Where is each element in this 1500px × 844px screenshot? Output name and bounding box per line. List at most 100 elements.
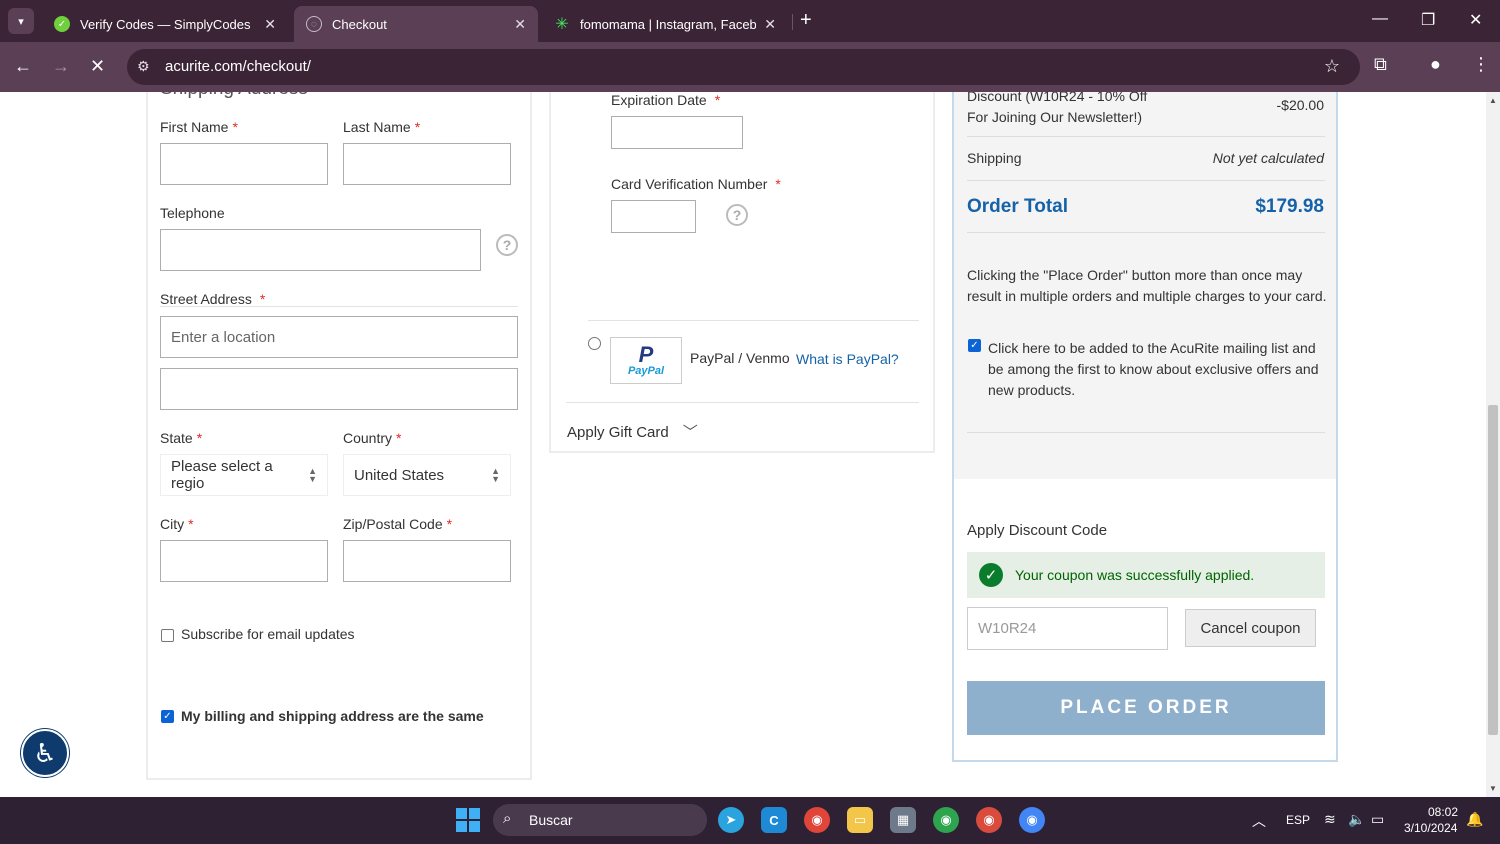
- page-scrollbar[interactable]: ▲ ▼: [1486, 92, 1500, 797]
- close-icon[interactable]: ✕: [514, 16, 526, 33]
- country-label: Country *: [343, 430, 402, 446]
- subscribe-checkbox[interactable]: [161, 629, 174, 642]
- discount-code-input[interactable]: W10R24: [967, 607, 1168, 650]
- tab-title: fomomama | Instagram, Facebook: [580, 16, 757, 32]
- divider: [967, 136, 1325, 137]
- apply-gift-card-toggle[interactable]: Apply Gift Card ﹀: [567, 421, 698, 442]
- battery-icon[interactable]: ▭: [1371, 811, 1384, 828]
- calculator-icon[interactable]: ▦: [890, 807, 916, 833]
- tab-search-button[interactable]: ▾: [8, 8, 34, 34]
- clock-date[interactable]: 3/10/2024: [1404, 821, 1457, 835]
- accessibility-icon[interactable]: ♿: [21, 729, 69, 777]
- close-icon[interactable]: ✕: [764, 16, 776, 33]
- tab-strip: ▾ ✓ Verify Codes — SimplyCodes ✕ ◌ Check…: [0, 0, 1500, 42]
- order-summary-panel: Discount (W10R24 - 10% Off For Joining Ou…: [952, 92, 1338, 762]
- windows-start-icon[interactable]: [455, 807, 481, 833]
- paypal-logo: P PayPal: [610, 337, 682, 384]
- linktree-icon: ✳: [555, 16, 569, 33]
- divider: [967, 180, 1325, 181]
- file-explorer-icon[interactable]: ▭: [847, 807, 873, 833]
- select-arrows-icon: ▲ ▼: [491, 466, 500, 484]
- first-name-input[interactable]: [160, 143, 328, 185]
- scroll-up-icon[interactable]: ▲: [1489, 96, 1497, 105]
- cvv-input[interactable]: [611, 200, 696, 233]
- bookmark-star-icon[interactable]: ☆: [1324, 56, 1340, 77]
- state-value: Please select a regio: [171, 458, 273, 492]
- help-question-icon[interactable]: ?: [726, 204, 748, 226]
- close-icon[interactable]: ✕: [264, 16, 276, 33]
- taskbar-search[interactable]: ⌕ Buscar: [493, 804, 707, 836]
- state-label: State *: [160, 430, 203, 446]
- discount-code-value: W10R24: [978, 620, 1037, 637]
- payment-panel: Expiration Date * Card Verification Numbe…: [549, 92, 935, 453]
- shipping-label: Shipping: [967, 150, 1022, 166]
- c-app-icon[interactable]: C: [761, 807, 787, 833]
- chrome-active-icon[interactable]: ◉: [976, 807, 1002, 833]
- tab-checkout[interactable]: ◌ Checkout ✕: [294, 6, 538, 42]
- street-placeholder: Enter a location: [171, 328, 276, 346]
- same-address-checkbox[interactable]: ✓: [161, 710, 174, 723]
- tab-fomomama[interactable]: ✳ fomomama | Instagram, Facebook ✕: [542, 6, 788, 42]
- extensions-icon[interactable]: ⧉: [1374, 54, 1387, 75]
- profile-icon[interactable]: ●: [1430, 54, 1441, 75]
- paypal-radio[interactable]: [588, 337, 601, 350]
- mailing-list-label: Click here to be added to the AcuRite ma…: [988, 340, 1319, 398]
- url-text[interactable]: acurite.com/checkout/: [165, 58, 311, 75]
- chrome-profile-2-icon[interactable]: ◉: [1019, 807, 1045, 833]
- scroll-down-icon[interactable]: ▼: [1489, 784, 1497, 793]
- expiration-label: Expiration Date *: [611, 92, 721, 108]
- paypal-p-icon: P: [638, 341, 654, 367]
- wifi-icon[interactable]: ≋: [1324, 811, 1336, 828]
- discount-code-title: Apply Discount Code: [967, 522, 1108, 539]
- scrollbar-thumb[interactable]: [1488, 405, 1498, 735]
- place-order-button[interactable]: PLACE ORDER: [967, 681, 1325, 735]
- divider: [566, 402, 919, 403]
- chrome-icon[interactable]: ◉: [804, 807, 830, 833]
- same-address-label: My billing and shipping address are the …: [181, 708, 484, 724]
- loading-icon: ◌: [306, 16, 322, 32]
- address-bar[interactable]: ⚙ acurite.com/checkout/ ☆: [127, 49, 1360, 85]
- cvv-label: Card Verification Number *: [611, 176, 781, 192]
- zip-input[interactable]: [343, 540, 511, 582]
- language-indicator[interactable]: ESP: [1286, 813, 1310, 827]
- site-info-icon[interactable]: ⚙: [137, 58, 150, 75]
- mailing-list-checkbox[interactable]: ✓: [968, 339, 981, 352]
- country-value: United States: [354, 466, 445, 484]
- select-arrows-icon: ▲ ▼: [308, 466, 317, 484]
- menu-kebab-icon[interactable]: ⋮: [1472, 54, 1490, 75]
- back-icon[interactable]: ←: [14, 56, 32, 77]
- notification-bell-icon[interactable]: 🔔: [1466, 811, 1483, 828]
- street-address-line2-input[interactable]: [160, 368, 518, 410]
- checkout-page: Shipping Address First Name* Last Name* …: [0, 92, 1486, 797]
- tab-title: Checkout: [332, 16, 387, 32]
- close-window-icon[interactable]: ✕: [1469, 10, 1482, 30]
- paypal-logo-text: PayPal: [627, 364, 665, 377]
- browser-toolbar: ← → ✕ ⚙ acurite.com/checkout/ ☆ ⧉ ● ⋮: [0, 42, 1500, 92]
- tab-simplycodes[interactable]: ✓ Verify Codes — SimplyCodes ✕: [42, 6, 288, 42]
- restore-icon[interactable]: ❐: [1421, 10, 1435, 30]
- chrome-profile-icon[interactable]: ◉: [933, 807, 959, 833]
- telephone-label: Telephone: [160, 205, 225, 221]
- city-input[interactable]: [160, 540, 328, 582]
- expiration-input[interactable]: [611, 116, 743, 149]
- shipping-value: Not yet calculated: [1212, 150, 1324, 166]
- order-total-label: Order Total: [967, 196, 1068, 217]
- telephone-input[interactable]: [160, 229, 481, 271]
- coupon-success-text: Your coupon was successfully applied.: [1015, 567, 1255, 583]
- new-tab-icon[interactable]: +: [800, 9, 812, 32]
- last-name-input[interactable]: [343, 143, 511, 185]
- what-is-paypal-link[interactable]: What is PayPal?: [796, 351, 899, 367]
- volume-icon[interactable]: 🔈: [1348, 811, 1365, 828]
- state-select[interactable]: Please select a regio ▲ ▼: [160, 454, 328, 496]
- clock-time[interactable]: 08:02: [1428, 805, 1458, 819]
- country-select[interactable]: United States ▲ ▼: [343, 454, 511, 496]
- show-hidden-icons-icon[interactable]: ︿: [1252, 811, 1266, 831]
- help-question-icon[interactable]: ?: [496, 234, 518, 256]
- telegram-icon[interactable]: ➤: [718, 807, 744, 833]
- gift-card-label: Apply Gift Card: [567, 424, 669, 441]
- minimize-icon[interactable]: —: [1372, 10, 1388, 28]
- stop-loading-icon[interactable]: ✕: [90, 56, 105, 77]
- cancel-coupon-button[interactable]: Cancel coupon: [1185, 609, 1316, 647]
- street-address-input[interactable]: Enter a location: [160, 316, 518, 358]
- forward-icon[interactable]: →: [52, 56, 70, 77]
